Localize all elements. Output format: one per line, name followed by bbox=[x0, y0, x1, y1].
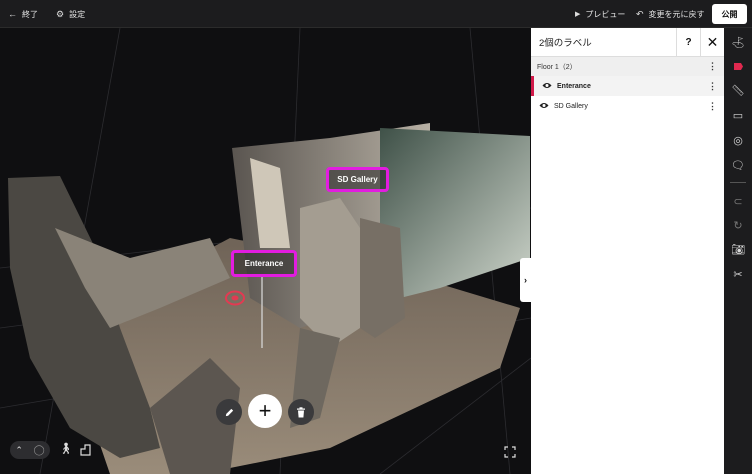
panel-header: 2個のラベル ? ✕ bbox=[531, 28, 724, 57]
label-name: SD Gallery bbox=[554, 102, 588, 110]
eye-icon[interactable] bbox=[539, 102, 549, 109]
panel-title: 2個のラベル bbox=[539, 38, 592, 49]
target-icon[interactable]: ◎ bbox=[724, 130, 752, 150]
play-icon: ▶ bbox=[575, 11, 581, 18]
right-toolbar: ⛳︎ 📏︎ ▭ ◎ 🗨︎ ⊂ ↻ 📷︎ ✂ bbox=[724, 28, 752, 474]
ruler-icon[interactable]: 📏︎ bbox=[724, 80, 752, 100]
edit-button[interactable] bbox=[216, 399, 242, 425]
walk-mode-icon[interactable]: 🚶︎ bbox=[59, 442, 73, 455]
view-mode-toggle[interactable]: ⌃ ◯ bbox=[10, 441, 50, 459]
list-item-label[interactable]: Enterance ⋮ bbox=[531, 76, 724, 96]
toolbar-divider bbox=[730, 182, 746, 183]
settings-button[interactable]: ⚙ 設定 bbox=[56, 0, 85, 28]
eye-icon[interactable] bbox=[542, 82, 552, 89]
target-marker-icon[interactable] bbox=[225, 290, 245, 306]
360-view-icon[interactable]: ↻ bbox=[724, 215, 752, 235]
chevron-up-icon[interactable]: ⌃ bbox=[15, 445, 23, 456]
close-icon[interactable]: ✕ bbox=[700, 28, 724, 57]
fullscreen-icon[interactable] bbox=[504, 446, 516, 458]
floor-label: Floor 1（2） bbox=[537, 63, 577, 71]
play-circle-icon[interactable]: ◯ bbox=[33, 445, 44, 456]
labels-panel: 2個のラベル ? ✕ Floor 1（2） ⋮ Enterance ⋮ SD G… bbox=[531, 28, 724, 474]
film-icon[interactable]: ▭ bbox=[724, 105, 752, 125]
arrow-left-icon: ← bbox=[8, 9, 17, 19]
add-label-button[interactable]: + bbox=[248, 394, 282, 428]
plus-icon: + bbox=[258, 398, 272, 423]
help-button[interactable]: ? bbox=[676, 28, 700, 57]
highlight-reel-icon[interactable]: ⛳︎ bbox=[724, 32, 752, 52]
floorplan-icon[interactable] bbox=[80, 444, 91, 456]
floor-group-header[interactable]: Floor 1（2） ⋮ bbox=[531, 57, 724, 76]
exit-label: 終了 bbox=[22, 9, 38, 19]
publish-button[interactable]: 公開 bbox=[712, 4, 747, 24]
exit-button[interactable]: ← 終了 bbox=[8, 0, 38, 28]
3d-viewport[interactable]: Enterance SD Gallery + ⌃ ◯ 🚶︎ › bbox=[0, 28, 531, 474]
gear-icon: ⚙ bbox=[56, 8, 65, 19]
label-name: Enterance bbox=[557, 82, 591, 90]
revert-button[interactable]: ↶ 変更を元に戻す bbox=[636, 0, 705, 28]
top-bar: ← 終了 ⚙ 設定 ▶ プレビュー ↶ 変更を元に戻す 公開 bbox=[0, 0, 752, 28]
delete-button[interactable] bbox=[288, 399, 314, 425]
comment-icon[interactable]: 🗨︎ bbox=[724, 155, 752, 175]
list-item-label[interactable]: SD Gallery ⋮ bbox=[531, 96, 724, 116]
pencil-icon bbox=[225, 408, 233, 416]
kebab-menu-icon[interactable]: ⋮ bbox=[708, 101, 717, 112]
label-tag-enterance[interactable]: Enterance bbox=[231, 250, 297, 277]
label-tool-icon[interactable] bbox=[724, 56, 752, 76]
scissors-icon[interactable]: ✂ bbox=[724, 264, 752, 284]
kebab-menu-icon[interactable]: ⋮ bbox=[708, 81, 717, 92]
undo-icon: ↶ bbox=[636, 8, 644, 19]
revert-label: 変更を元に戻す bbox=[648, 9, 705, 19]
camera-icon[interactable]: 📷︎ bbox=[724, 239, 752, 259]
trash-icon bbox=[297, 406, 305, 417]
preview-label: プレビュー bbox=[585, 9, 626, 19]
link-icon[interactable]: ⊂ bbox=[724, 191, 752, 211]
preview-button[interactable]: ▶ プレビュー bbox=[575, 0, 625, 28]
kebab-menu-icon[interactable]: ⋮ bbox=[708, 61, 717, 72]
collapse-panel-button[interactable]: › bbox=[520, 258, 531, 302]
label-tag-sd-gallery[interactable]: SD Gallery bbox=[326, 167, 389, 192]
settings-label: 設定 bbox=[69, 9, 86, 19]
